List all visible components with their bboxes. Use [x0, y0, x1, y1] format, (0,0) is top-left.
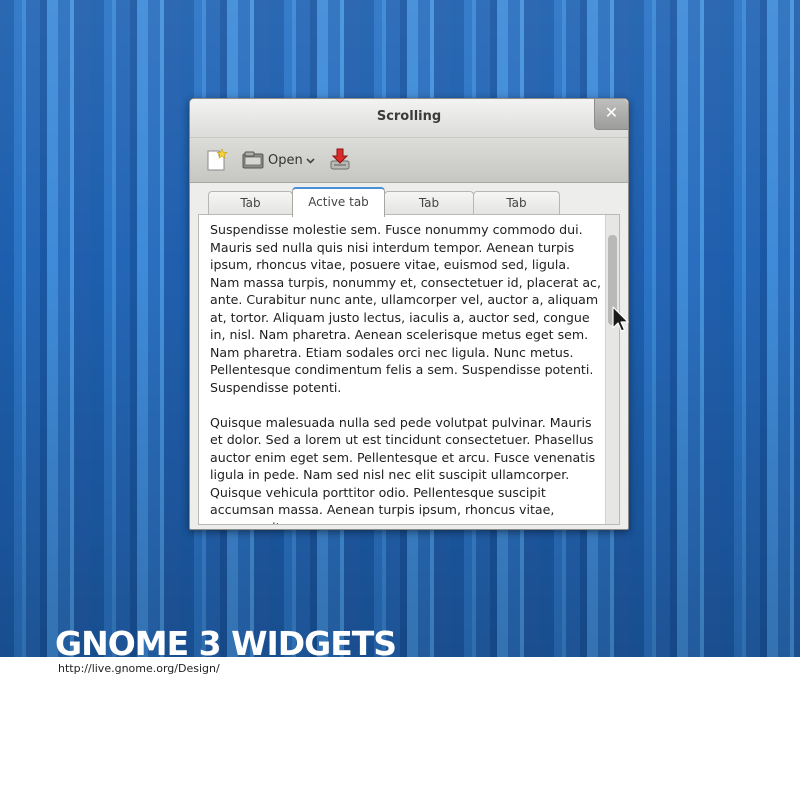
wallpaper-url: http://live.gnome.org/Design/ — [58, 662, 220, 675]
new-document-icon — [207, 148, 228, 171]
tab-active[interactable]: Active tab — [292, 187, 385, 217]
tab-3[interactable]: Tab — [384, 191, 474, 216]
tab-page: Suspendisse molestie sem. Fusce nonummy … — [198, 214, 620, 525]
scrolling-text-view[interactable]: Suspendisse molestie sem. Fusce nonummy … — [210, 221, 603, 524]
tab-label: Tab — [418, 196, 440, 210]
titlebar[interactable]: Scrolling ✕ — [190, 99, 628, 138]
scrollbar-slider[interactable] — [608, 235, 617, 325]
save-download-icon — [330, 148, 350, 170]
chevron-down-icon — [306, 157, 315, 164]
open-button[interactable]: Open — [242, 148, 315, 172]
text-paragraph: Suspendisse molestie sem. Fusce nonummy … — [210, 222, 601, 395]
text-paragraph: Quisque malesuada nulla sed pede volutpa… — [210, 414, 596, 525]
vertical-scrollbar[interactable] — [605, 215, 619, 524]
close-button[interactable]: ✕ — [594, 99, 628, 130]
wallpaper-title: GNOME 3 WIDGETS — [55, 624, 397, 663]
scrolling-window: Scrolling ✕ Open Tab Active tab Tab Tab … — [189, 98, 629, 530]
tab-label: Tab — [240, 196, 261, 210]
open-folder-icon — [242, 151, 264, 169]
close-icon: ✕ — [604, 103, 619, 122]
tab-4[interactable]: Tab — [473, 191, 560, 216]
new-document-button[interactable] — [204, 148, 228, 172]
window-title: Scrolling — [376, 109, 442, 124]
open-button-label: Open — [268, 152, 303, 168]
save-button[interactable] — [328, 147, 352, 171]
tab-label: Tab — [506, 196, 527, 210]
tab-1[interactable]: Tab — [208, 191, 293, 216]
toolbar: Open — [190, 138, 628, 183]
notebook: Tab Active tab Tab Tab Suspendisse moles… — [198, 183, 620, 525]
tab-label: Active tab — [308, 195, 369, 209]
